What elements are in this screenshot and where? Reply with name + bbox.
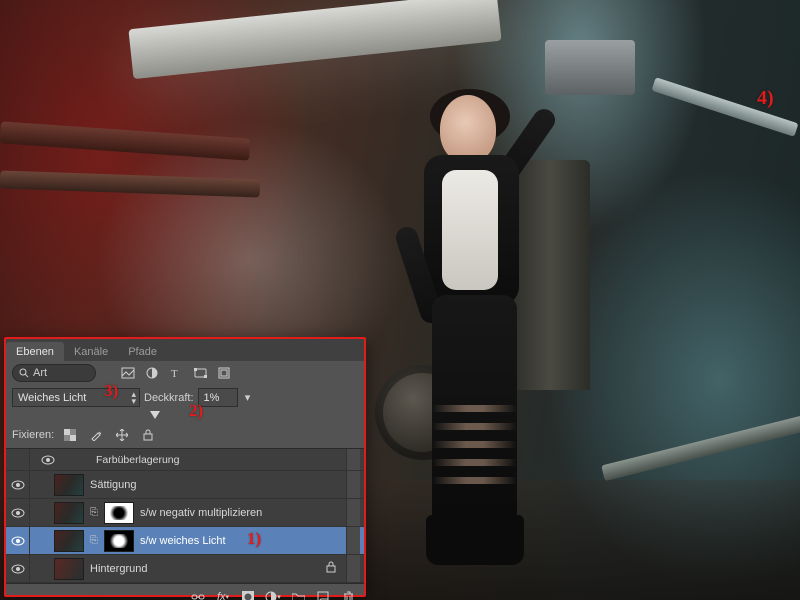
panel-tabs: Ebenen Kanäle Pfade: [6, 339, 364, 361]
annotation-3: 3): [104, 381, 118, 401]
new-adjustment-button[interactable]: ▾: [265, 588, 281, 600]
layer-name[interactable]: s/w weiches Licht: [140, 535, 340, 547]
opacity-slider[interactable]: [148, 410, 318, 422]
layer-row-saettigung[interactable]: Sättigung: [6, 471, 364, 499]
layer-filter-select[interactable]: Art: [12, 364, 96, 382]
opacity-value: 1%: [204, 392, 220, 404]
blend-mode-select[interactable]: Weiches Licht ▴▾: [12, 388, 140, 407]
eye-icon: [11, 564, 25, 574]
visibility-toggle[interactable]: [6, 555, 30, 582]
layer-name[interactable]: Hintergrund: [90, 563, 316, 575]
tab-paths[interactable]: Pfade: [118, 342, 167, 361]
layer-list: Farbüberlagerung Sättigung ⎘ s/w negativ…: [6, 448, 364, 584]
layer-mask-thumb[interactable]: [104, 502, 134, 524]
lock-paint-button[interactable]: [86, 426, 106, 444]
link-icon: ⎘: [90, 535, 98, 546]
layer-thumb[interactable]: [54, 474, 84, 496]
scrollbar[interactable]: [346, 527, 360, 554]
opacity-slider-thumb[interactable]: [150, 411, 160, 419]
visibility-toggle[interactable]: [6, 471, 30, 498]
fx-button[interactable]: fx▾: [215, 588, 231, 600]
opacity-label: Deckkraft:: [144, 392, 194, 404]
lock-move-button[interactable]: [112, 426, 132, 444]
layers-panel: Ebenen Kanäle Pfade Art T Weiches Licht …: [4, 337, 366, 597]
effects-label: Farbüberlagerung: [66, 454, 340, 466]
layer-thumb[interactable]: [54, 558, 84, 580]
svg-text:T: T: [171, 368, 178, 379]
photo-machine: [545, 40, 635, 95]
opacity-input[interactable]: 1%: [198, 388, 238, 407]
search-icon: [19, 368, 29, 378]
lock-transparency-button[interactable]: [60, 426, 80, 444]
link-icon: ⎘: [90, 507, 98, 518]
visibility-toggle[interactable]: [6, 499, 30, 526]
layer-name[interactable]: s/w negativ multiplizieren: [140, 507, 340, 519]
eye-icon: [11, 480, 25, 490]
layer-thumb[interactable]: [54, 502, 84, 524]
photo-rail: [601, 415, 800, 481]
visibility-toggle[interactable]: [6, 527, 30, 554]
photo-light-fixture: [128, 0, 501, 79]
new-layer-button[interactable]: [315, 588, 331, 600]
lock-all-button[interactable]: [138, 426, 158, 444]
layer-mask-thumb[interactable]: [104, 530, 134, 552]
annotation-2: 2): [189, 401, 203, 421]
layer-name[interactable]: Sättigung: [90, 479, 340, 491]
add-mask-button[interactable]: [240, 588, 256, 600]
filter-adjust-icon[interactable]: [142, 364, 162, 382]
blend-mode-value: Weiches Licht: [18, 392, 86, 404]
layer-filter-label: Art: [33, 367, 47, 379]
filter-shape-icon[interactable]: [190, 364, 210, 382]
layer-row-sw-weiches-licht[interactable]: ⎘ s/w weiches Licht: [6, 527, 364, 555]
annotation-4: 4): [757, 87, 774, 110]
eye-icon: [11, 508, 25, 518]
filter-pixel-icon[interactable]: [118, 364, 138, 382]
scrollbar[interactable]: [346, 555, 360, 582]
scrollbar[interactable]: [346, 499, 360, 526]
photo-rail: [652, 77, 799, 137]
photo-model: [390, 95, 570, 565]
tab-layers[interactable]: Ebenen: [6, 342, 64, 361]
eye-icon: [41, 455, 55, 465]
new-group-button[interactable]: [290, 588, 306, 600]
panel-footer: fx▾ ▾: [6, 584, 364, 600]
filter-smart-icon[interactable]: [214, 364, 234, 382]
tab-channels[interactable]: Kanäle: [64, 342, 118, 361]
delete-layer-button[interactable]: [340, 588, 356, 600]
filter-type-icon[interactable]: T: [166, 364, 186, 382]
photo-pipe: [0, 121, 250, 160]
scrollbar[interactable]: [346, 449, 360, 470]
link-layers-button[interactable]: [190, 588, 206, 600]
eye-icon: [11, 536, 25, 546]
opacity-dropdown-caret[interactable]: ▾: [242, 391, 254, 404]
scrollbar[interactable]: [346, 471, 360, 498]
layer-effects-header[interactable]: Farbüberlagerung: [6, 449, 364, 471]
layer-thumb[interactable]: [54, 530, 84, 552]
layer-row-hintergrund[interactable]: Hintergrund: [6, 555, 364, 583]
photo-pipe: [0, 170, 260, 197]
layer-row-sw-negativ[interactable]: ⎘ s/w negativ multiplizieren: [6, 499, 364, 527]
lock-label: Fixieren:: [12, 429, 54, 441]
annotation-1: 1): [247, 529, 261, 549]
lock-icon: [322, 561, 340, 576]
